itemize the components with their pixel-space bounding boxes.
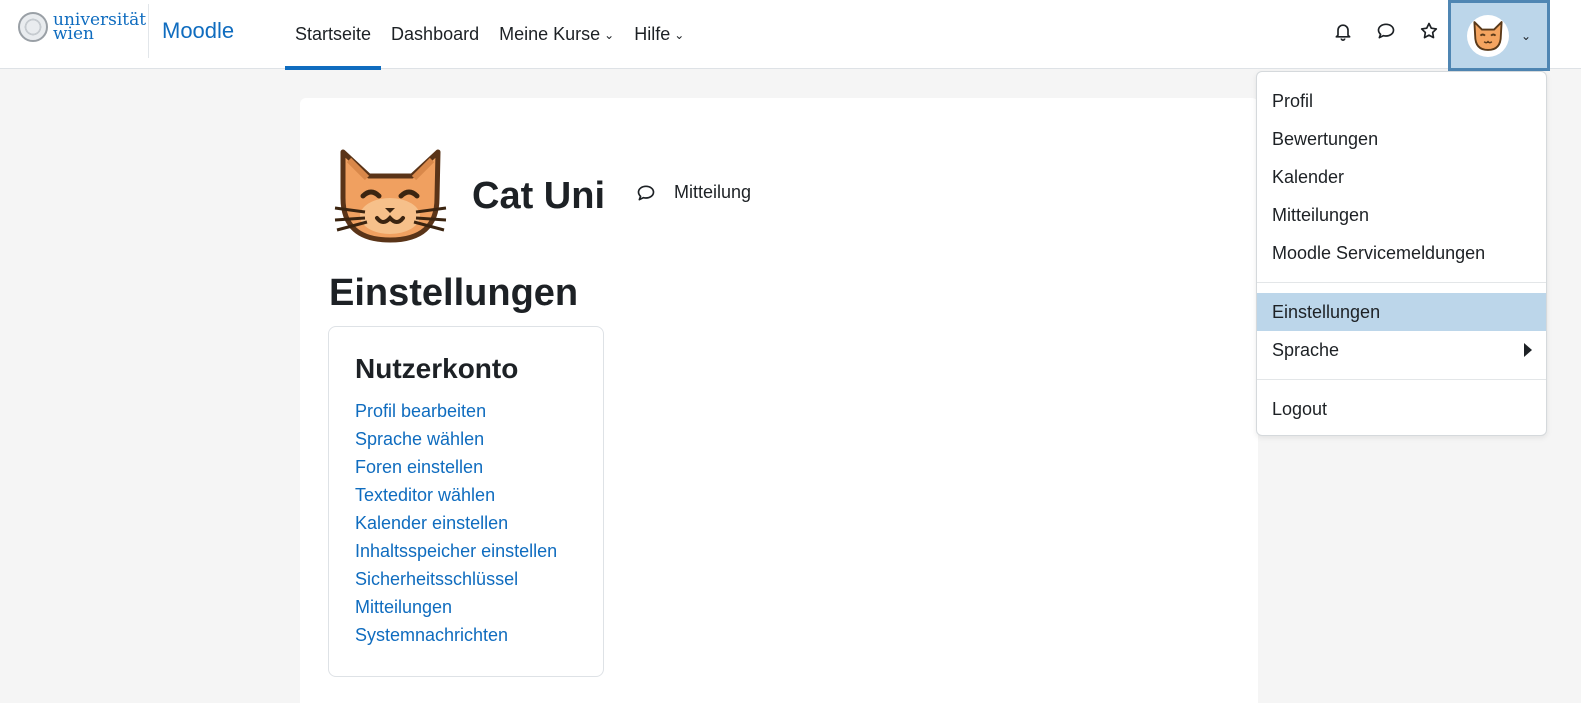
- university-wordmark: universität wien: [53, 12, 146, 43]
- link-sicherheitsschluessel[interactable]: Sicherheitsschlüssel: [355, 565, 603, 593]
- primary-navigation: Startseite Dashboard Meine Kurse ⌄ Hilfe ⌄: [285, 0, 694, 70]
- site-name-link[interactable]: Moodle: [162, 18, 234, 44]
- nav-dashboard[interactable]: Dashboard: [381, 0, 489, 69]
- menu-item-mitteilungen[interactable]: Mitteilungen: [1257, 196, 1546, 234]
- message-label: Mitteilung: [674, 182, 752, 202]
- top-navbar: universität wien Moodle Startseite Dashb…: [0, 0, 1581, 71]
- user-header: Cat Uni: [333, 146, 605, 246]
- chevron-down-icon: ⌄: [604, 27, 615, 42]
- nav-startseite[interactable]: Startseite: [285, 0, 382, 70]
- menu-item-bewertungen[interactable]: Bewertungen: [1257, 120, 1546, 158]
- send-message-link[interactable]: Mitteilung: [636, 182, 751, 203]
- university-logo[interactable]: universität wien: [18, 12, 146, 43]
- link-kalender-einstellen[interactable]: Kalender einstellen: [355, 509, 603, 537]
- link-sprache-waehlen[interactable]: Sprache wählen: [355, 425, 603, 453]
- submenu-arrow-icon: [1524, 343, 1532, 357]
- menu-item-label: Sprache: [1272, 339, 1340, 360]
- user-fullname: Cat Uni: [472, 174, 605, 217]
- university-seal-icon: [18, 12, 48, 42]
- nav-label: Meine Kurse: [499, 24, 601, 44]
- main-content: Cat Uni Mitteilung Einstellungen Nutzerk…: [300, 98, 1258, 703]
- chevron-down-icon: ⌄: [1521, 28, 1532, 43]
- account-links-list: Profil bearbeiten Sprache wählen Foren e…: [355, 397, 603, 649]
- link-systemnachrichten[interactable]: Systemnachrichten: [355, 621, 603, 649]
- link-profil-bearbeiten[interactable]: Profil bearbeiten: [355, 397, 603, 425]
- chat-icon[interactable]: [1373, 18, 1399, 44]
- cat-avatar-icon: [334, 149, 447, 243]
- avatar: [1467, 14, 1509, 57]
- logo-divider: [148, 4, 149, 58]
- menu-item-servicemeldungen[interactable]: Moodle Servicemeldungen: [1257, 234, 1546, 272]
- menu-item-profil[interactable]: Profil: [1257, 82, 1546, 120]
- menu-item-sprache[interactable]: Sprache: [1257, 331, 1546, 369]
- account-card: Nutzerkonto Profil bearbeiten Sprache wä…: [328, 326, 604, 677]
- card-title: Nutzerkonto: [355, 353, 519, 384]
- link-mitteilungen[interactable]: Mitteilungen: [355, 593, 603, 621]
- cat-avatar-icon: [1473, 20, 1503, 51]
- star-icon[interactable]: [1416, 18, 1442, 44]
- menu-item-einstellungen[interactable]: Einstellungen: [1257, 293, 1546, 331]
- link-foren-einstellen[interactable]: Foren einstellen: [355, 453, 603, 481]
- nav-meine-kurse[interactable]: Meine Kurse ⌄: [489, 0, 624, 69]
- menu-divider: [1257, 379, 1546, 380]
- menu-divider: [1257, 282, 1546, 283]
- page-title: Einstellungen: [329, 272, 579, 314]
- link-inhaltsspeicher-einstellen[interactable]: Inhaltsspeicher einstellen: [355, 537, 603, 565]
- menu-item-logout[interactable]: Logout: [1257, 390, 1546, 428]
- chat-icon: [637, 185, 655, 200]
- link-texteditor-waehlen[interactable]: Texteditor wählen: [355, 481, 603, 509]
- nav-hilfe[interactable]: Hilfe ⌄: [624, 0, 694, 69]
- nav-label: Hilfe: [634, 24, 671, 44]
- nav-label: Dashboard: [391, 24, 480, 44]
- nav-label: Startseite: [295, 24, 372, 44]
- menu-item-kalender[interactable]: Kalender: [1257, 158, 1546, 196]
- chevron-down-icon: ⌄: [674, 27, 685, 42]
- user-dropdown-menu: Profil Bewertungen Kalender Mitteilungen…: [1256, 71, 1547, 436]
- user-menu-toggle[interactable]: ⌄: [1448, 0, 1550, 71]
- bell-icon[interactable]: [1330, 18, 1356, 44]
